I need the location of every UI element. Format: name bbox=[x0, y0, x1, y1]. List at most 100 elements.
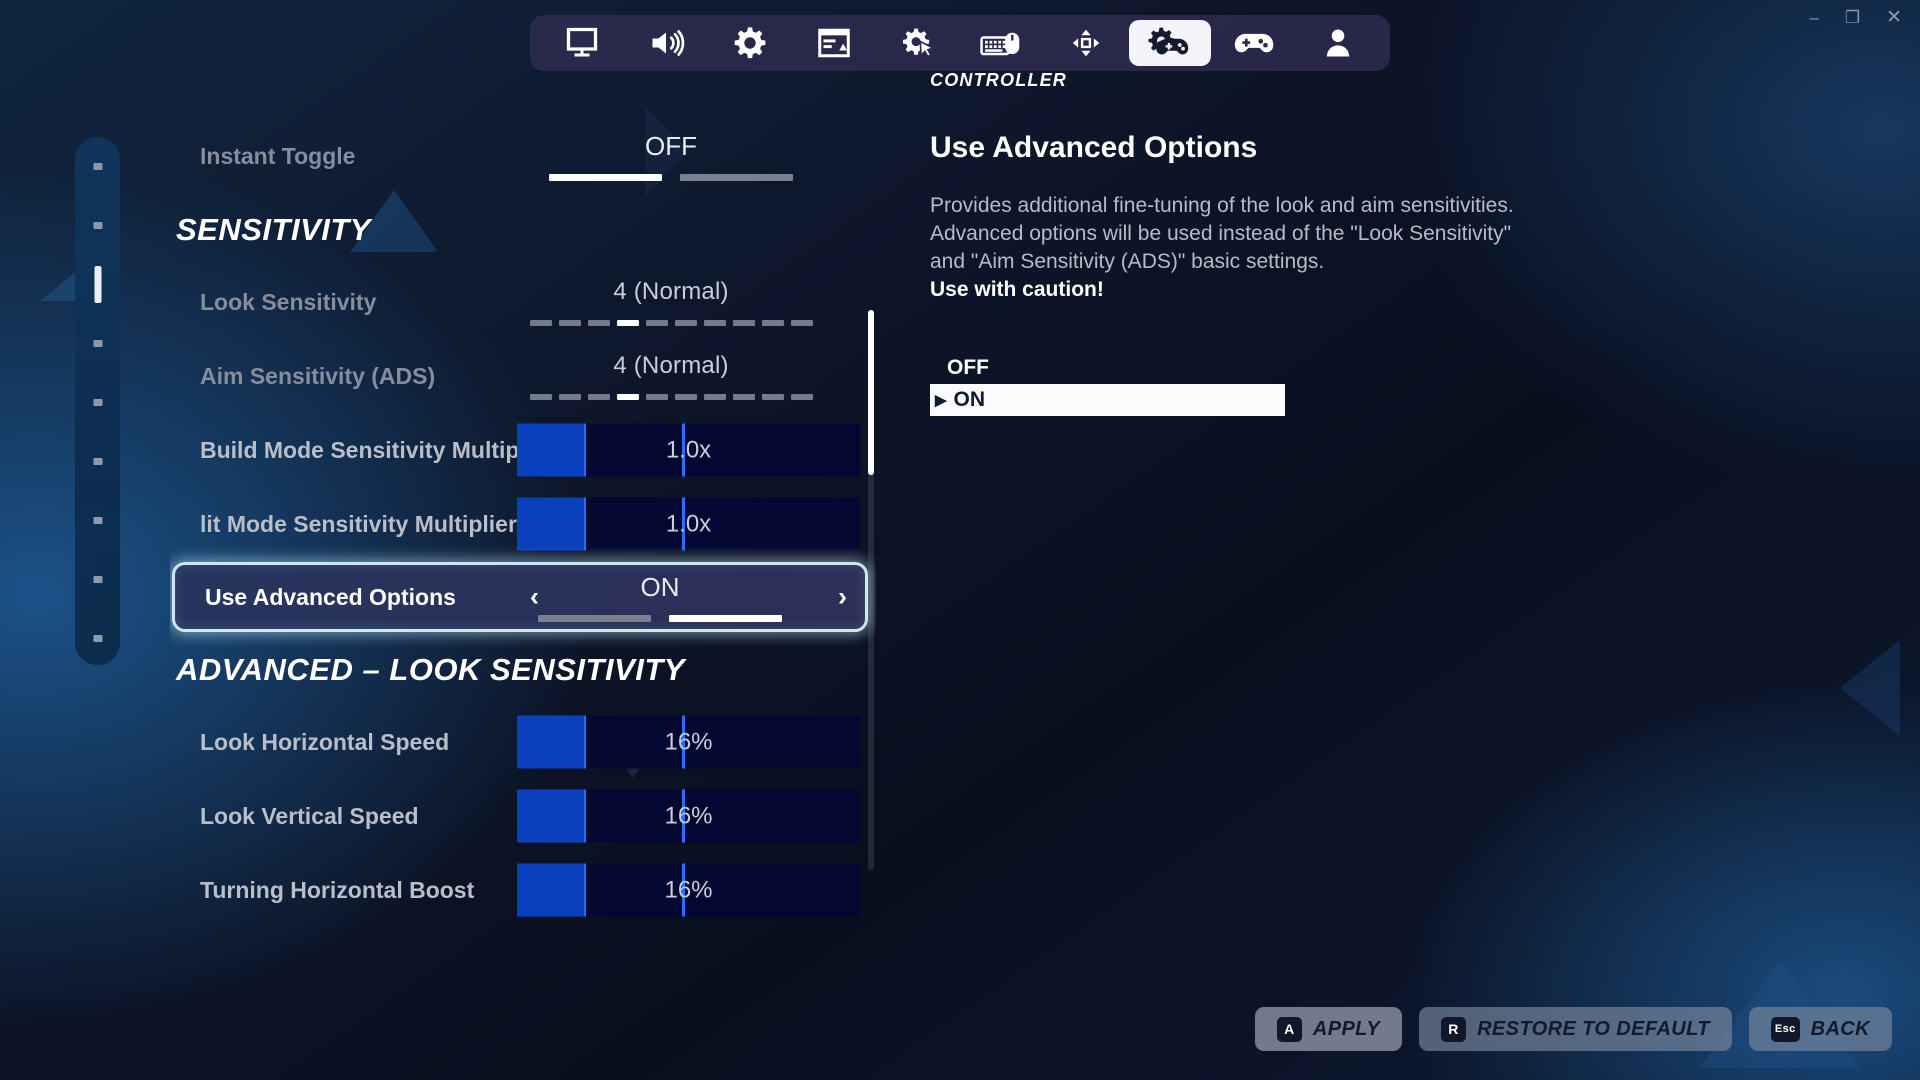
setting-value-build-mode-sensitivity-multiplier: 1.0x bbox=[665, 436, 712, 463]
window-titlebar: – ❐ ✕ bbox=[0, 0, 1920, 34]
slider-build-mode-sensitivity-multiplier[interactable]: 1.0x bbox=[517, 423, 860, 477]
segment[interactable] bbox=[761, 394, 784, 400]
rail-dot[interactable] bbox=[93, 222, 102, 229]
speaker-icon bbox=[652, 30, 685, 56]
chevron-right-icon[interactable]: › bbox=[838, 582, 847, 613]
key-badge-esc: Esc bbox=[1770, 1016, 1800, 1042]
slider-edit-mode-sensitivity-multiplier[interactable]: 1.0x bbox=[517, 497, 860, 551]
toggle-half-right[interactable] bbox=[680, 174, 793, 181]
minimize-icon[interactable]: – bbox=[1809, 9, 1818, 26]
slider-look-vertical-speed[interactable]: 16% bbox=[517, 789, 860, 843]
setting-label-instant-toggle: Instant Toggle bbox=[200, 142, 356, 169]
setting-label-turning-horizontal-boost: Turning Horizontal Boost bbox=[200, 876, 475, 903]
setting-row-look-sensitivity[interactable]: Look Sensitivity 4 (Normal) bbox=[170, 266, 876, 338]
segment[interactable] bbox=[703, 394, 726, 400]
detail-panel: CONTROLLER Use Advanced Options Provides… bbox=[930, 70, 1920, 1080]
chevron-left-icon[interactable]: ‹ bbox=[530, 582, 539, 613]
setting-row-edit-mode-sensitivity-multiplier[interactable]: lit Mode Sensitivity Multiplier 1.0x bbox=[170, 488, 876, 560]
rail-dot[interactable] bbox=[93, 163, 102, 170]
slider-turning-horizontal-boost[interactable]: 16% bbox=[517, 863, 860, 917]
scrollbar-thumb[interactable] bbox=[868, 310, 874, 475]
segment[interactable] bbox=[674, 394, 697, 400]
segment[interactable] bbox=[645, 394, 668, 400]
back-button[interactable]: Esc BACK bbox=[1748, 1007, 1892, 1051]
rail-dot[interactable] bbox=[93, 340, 102, 347]
action-label: RESTORE TO DEFAULT bbox=[1477, 1017, 1710, 1040]
setting-value-turning-horizontal-boost: 16% bbox=[664, 876, 713, 903]
rail-dot[interactable] bbox=[93, 517, 102, 524]
segment[interactable] bbox=[529, 320, 552, 326]
segment[interactable] bbox=[790, 320, 813, 326]
segment[interactable] bbox=[790, 394, 813, 400]
setting-label-look-horizontal-speed: Look Horizontal Speed bbox=[200, 728, 450, 755]
segment[interactable] bbox=[558, 394, 581, 400]
slider-look-horizontal-speed[interactable]: 16% bbox=[517, 715, 860, 769]
segment[interactable] bbox=[587, 320, 610, 326]
segment-track bbox=[529, 394, 813, 400]
segment[interactable] bbox=[645, 320, 668, 326]
setting-label-build-mode-sensitivity-multiplier: Build Mode Sensitivity Multip bbox=[200, 436, 520, 463]
toggle-half-right[interactable] bbox=[669, 615, 782, 622]
detail-options: OFF ▶ ON bbox=[930, 352, 1285, 417]
segment[interactable] bbox=[703, 320, 726, 326]
action-buttons: A APPLY R RESTORE TO DEFAULT Esc BACK bbox=[1254, 1007, 1892, 1051]
maximize-icon[interactable]: ❐ bbox=[1845, 9, 1860, 26]
rail-dot[interactable] bbox=[93, 635, 102, 642]
segment-track bbox=[529, 320, 813, 326]
settings-scrollbar[interactable] bbox=[868, 310, 874, 870]
key-badge-a: A bbox=[1276, 1016, 1302, 1042]
segment[interactable] bbox=[674, 320, 697, 326]
setting-label-aim-sensitivity-ads: Aim Sensitivity (ADS) bbox=[200, 362, 436, 389]
toggle-track bbox=[549, 174, 793, 181]
detail-option-on[interactable]: ▶ ON bbox=[930, 384, 1285, 417]
toggle-control-instant-toggle[interactable]: OFF bbox=[521, 131, 821, 181]
setting-row-use-advanced-options[interactable]: Use Advanced Options ON ‹ › bbox=[172, 562, 868, 632]
segmented-control-look-sensitivity[interactable]: 4 (Normal) bbox=[521, 278, 821, 326]
apply-button[interactable]: A APPLY bbox=[1254, 1007, 1403, 1051]
gamepad-icon bbox=[1234, 33, 1274, 53]
rail-dot[interactable] bbox=[93, 399, 102, 406]
segment[interactable] bbox=[761, 320, 784, 326]
segment[interactable] bbox=[558, 320, 581, 326]
rail-dot-active[interactable] bbox=[94, 266, 101, 303]
toggle-half-left[interactable] bbox=[538, 615, 651, 622]
section-advanced-look-sensitivity: ADVANCED – LOOK SENSITIVITY bbox=[176, 652, 685, 687]
setting-row-turning-horizontal-boost[interactable]: Turning Horizontal Boost 16% bbox=[170, 854, 876, 926]
close-icon[interactable]: ✕ bbox=[1886, 8, 1902, 27]
caret-right-icon: ▶ bbox=[935, 392, 947, 410]
setting-label-look-vertical-speed: Look Vertical Speed bbox=[200, 802, 419, 829]
setting-row-look-horizontal-speed[interactable]: Look Horizontal Speed 16% bbox=[170, 706, 876, 778]
detail-kicker: CONTROLLER bbox=[930, 70, 1067, 90]
key-badge-r: R bbox=[1441, 1016, 1467, 1042]
keyboard-mouse-icon bbox=[980, 32, 1020, 56]
segment[interactable] bbox=[587, 394, 610, 400]
section-sensitivity: SENSITIVITY bbox=[176, 212, 371, 247]
setting-row-build-mode-sensitivity-multiplier[interactable]: Build Mode Sensitivity Multip 1.0x bbox=[170, 414, 876, 486]
setting-value-aim-sensitivity-ads: 4 (Normal) bbox=[613, 352, 729, 379]
segment[interactable] bbox=[529, 394, 552, 400]
detail-option-label: ON bbox=[953, 388, 986, 412]
rail-dot[interactable] bbox=[93, 576, 102, 583]
segment-active[interactable] bbox=[616, 320, 639, 326]
segment-active[interactable] bbox=[616, 394, 639, 400]
setting-row-look-vertical-speed[interactable]: Look Vertical Speed 16% bbox=[170, 780, 876, 852]
rail-dot[interactable] bbox=[93, 458, 102, 465]
hud-layout-icon bbox=[818, 28, 850, 58]
setting-label-use-advanced-options: Use Advanced Options bbox=[205, 583, 456, 610]
setting-value-instant-toggle: OFF bbox=[645, 131, 697, 161]
page-indicator-rail[interactable] bbox=[75, 137, 120, 665]
setting-row-aim-sensitivity-ads[interactable]: Aim Sensitivity (ADS) 4 (Normal) bbox=[170, 340, 876, 412]
detail-option-off[interactable]: OFF bbox=[930, 352, 1285, 384]
detail-description: Provides additional fine-tuning of the l… bbox=[930, 194, 1514, 274]
segment[interactable] bbox=[732, 394, 755, 400]
segment[interactable] bbox=[732, 320, 755, 326]
setting-value-edit-mode-sensitivity-multiplier: 1.0x bbox=[665, 510, 712, 537]
restore-to-default-button[interactable]: R RESTORE TO DEFAULT bbox=[1419, 1007, 1732, 1051]
segmented-control-aim-sensitivity-ads[interactable]: 4 (Normal) bbox=[521, 352, 821, 400]
detail-option-label: OFF bbox=[947, 356, 989, 380]
setting-value-look-sensitivity: 4 (Normal) bbox=[613, 278, 729, 305]
setting-row-instant-toggle[interactable]: Instant Toggle OFF bbox=[170, 120, 876, 192]
action-label: BACK bbox=[1810, 1017, 1870, 1040]
toggle-half-left[interactable] bbox=[549, 174, 662, 181]
toggle-control-use-advanced-options[interactable]: ON bbox=[510, 572, 810, 622]
